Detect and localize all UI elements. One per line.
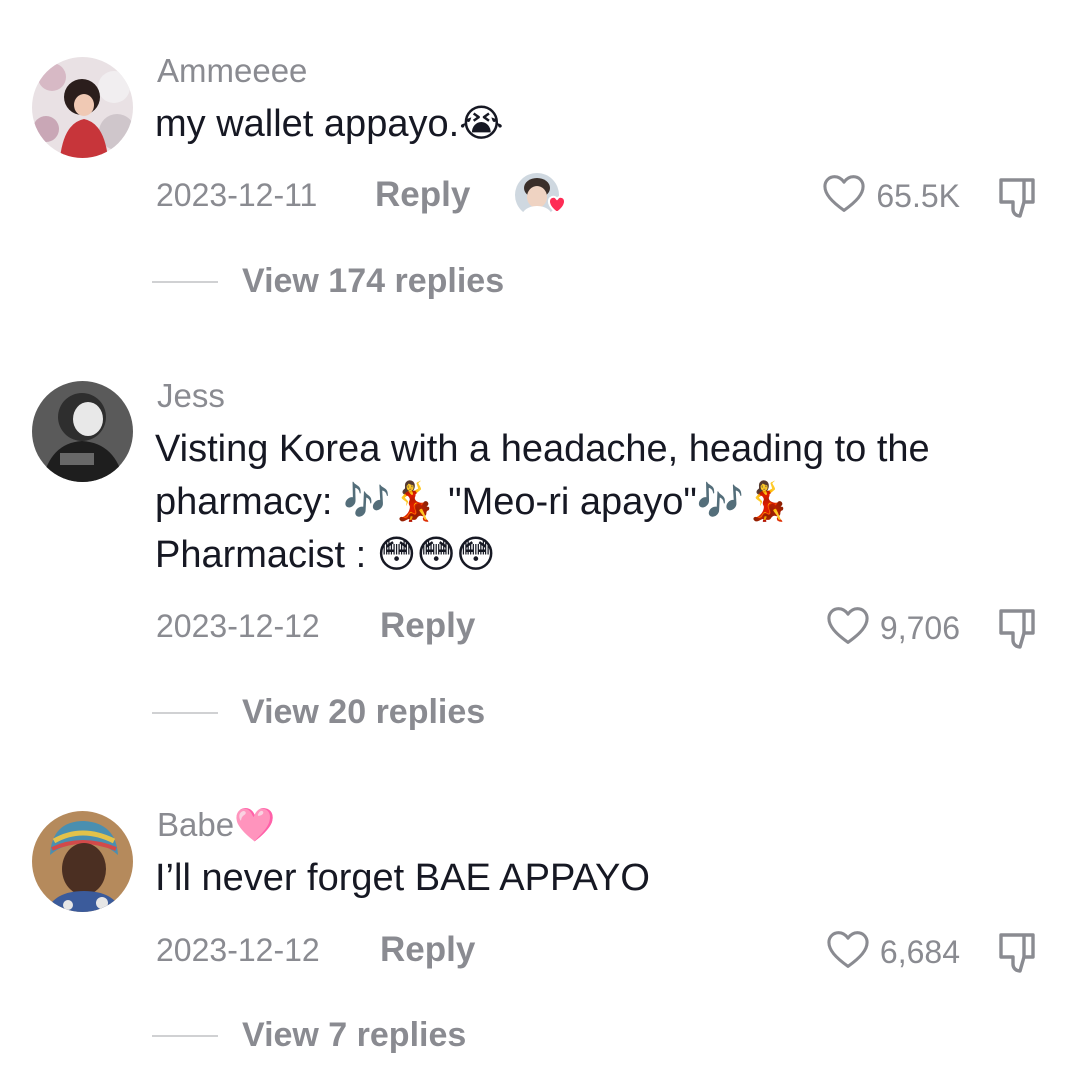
avatar[interactable] — [32, 811, 133, 912]
view-replies-button[interactable]: View 20 replies — [152, 693, 485, 732]
comment-text-line: pharmacy: 🎶💃 "Meo-ri apayo"🎶💃 — [155, 481, 792, 523]
like-button[interactable]: 6,684 — [826, 930, 960, 975]
divider — [152, 1034, 218, 1037]
thumbs-down-icon[interactable] — [995, 930, 1041, 976]
comment-date: 2023-12-12 — [156, 608, 320, 644]
reply-button[interactable]: Reply — [380, 606, 475, 646]
comment-date: 2023-12-11 — [156, 177, 318, 213]
divider — [152, 280, 218, 283]
comment-text-line: I’ll never forget BAE APPAYO — [155, 857, 650, 899]
comment-text-line: my wallet appayo.😭 — [155, 103, 504, 145]
view-replies-button[interactable]: View 7 replies — [152, 1016, 466, 1055]
like-button[interactable]: 65.5K — [822, 174, 960, 219]
comment-text-line: Pharmacist : 😳😳😳 — [155, 534, 496, 576]
heart-outline-icon — [826, 606, 870, 651]
comment-text: I’ll never forget BAE APPAYO — [155, 852, 1055, 905]
divider — [152, 711, 218, 714]
like-button[interactable]: 9,706 — [826, 606, 960, 651]
comment-text: Visting Korea with a headache, heading t… — [155, 423, 1055, 582]
comment-text: my wallet appayo.😭 — [155, 98, 1055, 151]
view-replies-label: View 7 replies — [242, 1016, 467, 1054]
thumbs-down-icon[interactable] — [995, 606, 1041, 652]
heart-outline-icon — [822, 174, 866, 219]
reply-button[interactable]: Reply — [375, 175, 470, 215]
view-replies-label: View 174 replies — [242, 262, 505, 300]
avatar[interactable] — [32, 57, 133, 158]
comment-date: 2023-12-12 — [156, 932, 320, 968]
comment-text-line: Visting Korea with a headache, heading t… — [155, 428, 930, 470]
like-count: 6,684 — [879, 934, 960, 970]
reply-button[interactable]: Reply — [380, 930, 475, 970]
heart-outline-icon — [826, 930, 870, 975]
creator-liked-badge — [514, 172, 568, 218]
view-replies-label: View 20 replies — [242, 693, 486, 731]
view-replies-button[interactable]: View 174 replies — [152, 262, 504, 301]
like-count: 9,706 — [879, 610, 960, 646]
username[interactable]: Babe🩷 — [157, 806, 275, 845]
like-count: 65.5K — [876, 178, 960, 214]
username[interactable]: Ammeeee — [157, 52, 307, 90]
thumbs-down-icon[interactable] — [995, 175, 1041, 221]
username[interactable]: Jess — [157, 377, 225, 415]
avatar[interactable] — [32, 381, 133, 482]
